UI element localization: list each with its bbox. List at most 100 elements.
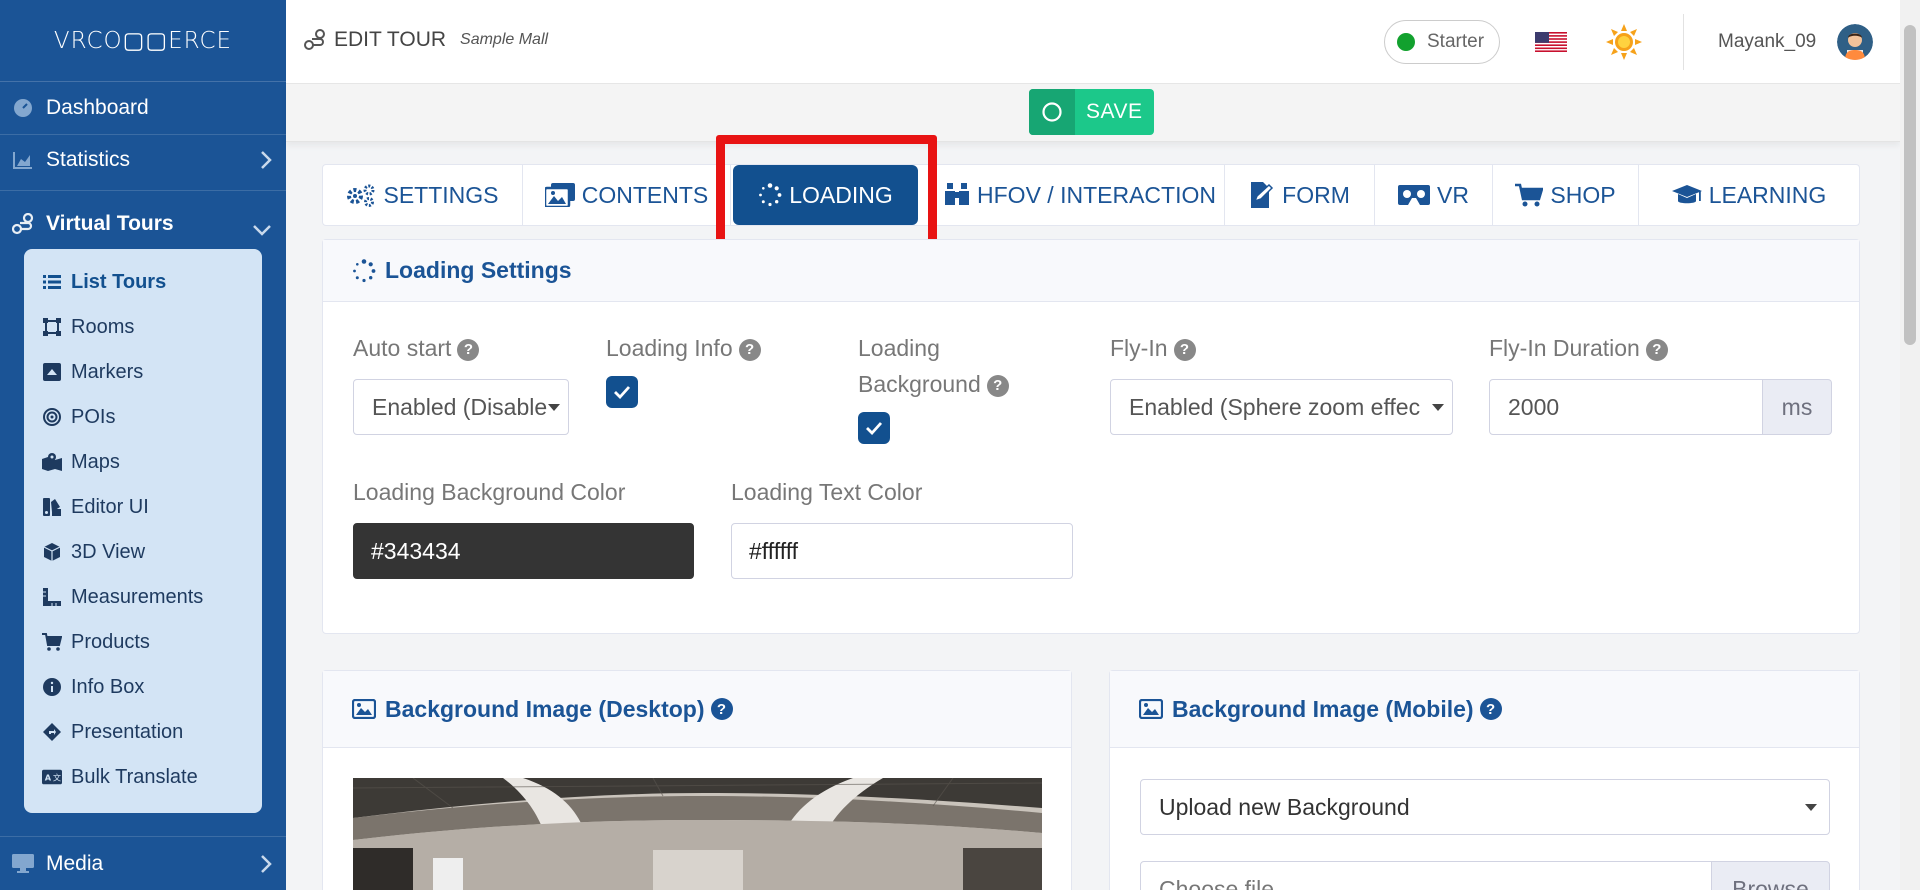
submenu-item-label: Measurements (71, 585, 204, 608)
top-header: EDIT TOUR Sample Mall Starter Mayank_09 (286, 0, 1900, 84)
save-bar: SAVE (286, 84, 1900, 142)
help-icon[interactable]: ? (1479, 698, 1502, 720)
card-title: Background Image (Mobile) (1172, 695, 1474, 722)
label-text: Background (858, 371, 981, 397)
bg-mobile-file-input[interactable]: Choose file (1140, 861, 1712, 890)
auto-start-select[interactable]: Enabled (Disable (353, 379, 569, 435)
loading-background-label: Loading Background? (858, 330, 1009, 402)
tab-label: CONTENTS (581, 181, 709, 208)
text-color-input[interactable]: #ffffff (731, 523, 1073, 579)
card-title: Loading Settings (385, 257, 572, 283)
binoculars-icon (944, 183, 970, 207)
help-icon[interactable]: ? (1645, 338, 1668, 361)
vector-square-icon (42, 317, 62, 337)
swatchbook-icon (42, 497, 62, 517)
input-value: #ffffff (749, 537, 799, 564)
caret-down-icon (1432, 404, 1444, 411)
graduation-cap-icon (1671, 183, 1702, 207)
browse-label: Browse (1732, 875, 1809, 890)
tab-hfov-interaction[interactable]: HFOV / INTERACTION (936, 165, 1225, 225)
us-flag-icon[interactable] (1535, 32, 1567, 52)
language-icon: A文 (42, 767, 62, 787)
chevron-down-icon (252, 218, 272, 242)
bg-mobile-select[interactable]: Upload new Background (1140, 779, 1830, 835)
help-icon[interactable]: ? (738, 338, 761, 361)
svg-text:A: A (45, 773, 52, 783)
label-text: Fly-In (1110, 335, 1168, 361)
user-avatar[interactable] (1837, 24, 1873, 60)
tab-contents[interactable]: CONTENTS (523, 165, 731, 225)
submenu-item-maps[interactable]: Maps (24, 442, 262, 482)
help-icon[interactable]: ? (710, 698, 733, 720)
select-value: Enabled (Sphere zoom effec (1129, 393, 1421, 420)
theme-toggle-sun-icon[interactable] (1606, 24, 1642, 60)
bg-mobile-card: Background Image (Mobile) ? Upload new B… (1109, 670, 1860, 890)
submenu-item-label: List Tours (71, 270, 167, 293)
submenu-item-label: Presentation (71, 720, 184, 743)
tab-vr[interactable]: VR (1375, 165, 1493, 225)
plan-label: Starter (1427, 31, 1485, 52)
submenu-item-pois[interactable]: POIs (24, 397, 262, 437)
card-title: Background Image (Desktop) (385, 695, 705, 722)
tab-learning[interactable]: LEARNING (1639, 165, 1859, 225)
select-value: Enabled (Disable (372, 393, 548, 420)
tab-label: SHOP (1550, 181, 1616, 208)
brand-logo[interactable]: VRCO▢▢ERCE (0, 0, 286, 82)
map-marked-icon (42, 452, 62, 472)
submenu-item-list-tours[interactable]: List Tours (24, 262, 262, 302)
sidebar-item-virtual-tours[interactable]: Virtual Tours (0, 200, 286, 248)
vr-cardboard-icon (1398, 185, 1431, 205)
plan-badge[interactable]: Starter (1384, 20, 1500, 64)
fly-in-select[interactable]: Enabled (Sphere zoom effec (1110, 379, 1453, 435)
submenu-item-markers[interactable]: Markers (24, 352, 262, 392)
ruler-combined-icon (42, 587, 62, 607)
spinner-icon (758, 183, 782, 207)
save-button[interactable]: SAVE (1029, 89, 1154, 135)
submenu-item-info-box[interactable]: Info Box (24, 667, 262, 707)
caret-down-icon (548, 404, 560, 411)
images-icon (544, 183, 575, 207)
status-dot-icon (1397, 33, 1415, 51)
submenu-item-editor-ui[interactable]: Editor UI (24, 487, 262, 527)
submenu-item-label: Products (71, 630, 150, 653)
card-header: Background Image (Mobile) ? (1110, 671, 1859, 748)
submenu-item-bulk-translate[interactable]: A文 Bulk Translate (24, 757, 262, 797)
help-icon[interactable]: ? (986, 374, 1009, 397)
cube-icon (42, 542, 62, 562)
list-icon (42, 272, 62, 292)
tab-settings[interactable]: SETTINGS (323, 165, 523, 225)
tab-loading[interactable]: LOADING (733, 165, 918, 225)
circle-icon (1029, 89, 1075, 135)
help-icon[interactable]: ? (1173, 338, 1196, 361)
sidebar-item-dashboard[interactable]: Dashboard (0, 84, 286, 132)
fly-in-label: Fly-In? (1110, 330, 1196, 366)
submenu-item-products[interactable]: Products (24, 622, 262, 662)
sidebar-item-statistics[interactable]: Statistics (0, 136, 286, 184)
tab-shop[interactable]: SHOP (1493, 165, 1639, 225)
browse-button[interactable]: Browse (1711, 861, 1830, 890)
submenu-item-rooms[interactable]: Rooms (24, 307, 262, 347)
scrollbar-thumb[interactable] (1904, 25, 1916, 345)
text-color-label: Loading Text Color (731, 474, 922, 510)
card-header: Background Image (Desktop) ? (323, 671, 1071, 748)
desktop-icon (12, 853, 34, 875)
label-text: Auto start (353, 335, 452, 361)
user-name[interactable]: Mayank_09 (1718, 31, 1816, 53)
bg-color-input[interactable]: #343434 (353, 523, 694, 579)
loading-background-checkbox[interactable] (858, 412, 890, 444)
cart-icon (42, 632, 62, 652)
fly-in-duration-input[interactable]: 2000 (1489, 379, 1763, 435)
help-icon[interactable]: ? (457, 338, 480, 361)
tab-label: FORM (1282, 181, 1350, 208)
tab-form[interactable]: FORM (1225, 165, 1375, 225)
submenu-item-presentation[interactable]: Presentation (24, 712, 262, 752)
tour-name: Sample Mall (460, 31, 549, 48)
bullseye-icon (42, 407, 62, 427)
svg-text:文: 文 (53, 773, 61, 783)
loading-info-checkbox[interactable] (606, 376, 638, 408)
header-divider (1683, 14, 1684, 70)
submenu-item-measurements[interactable]: Measurements (24, 577, 262, 617)
image-icon (1139, 699, 1163, 719)
sidebar-item-media[interactable]: Media (0, 840, 286, 888)
submenu-item-3d-view[interactable]: 3D View (24, 532, 262, 572)
